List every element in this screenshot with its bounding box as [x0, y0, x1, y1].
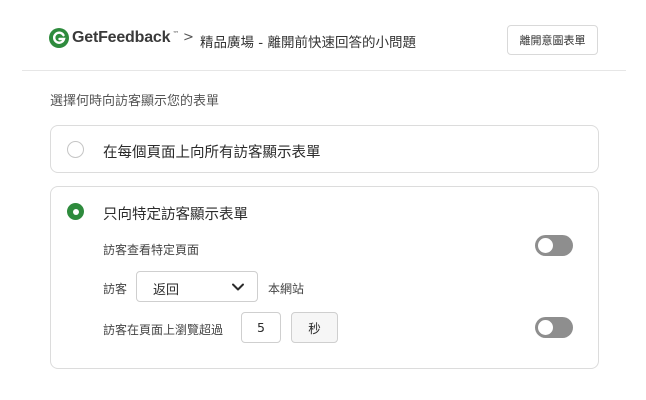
getfeedback-logo-icon — [49, 28, 69, 48]
logo-trademark: ™ — [172, 30, 180, 38]
browse-duration-toggle[interactable] — [535, 317, 573, 338]
specific-page-label: 訪客查看特定頁面 — [103, 243, 200, 257]
chevron-down-icon — [232, 283, 244, 291]
visitor-type-value: 返回 — [153, 283, 180, 298]
browse-seconds-input[interactable]: 5 — [241, 312, 281, 343]
visitor-type-select[interactable]: 返回 — [136, 271, 258, 302]
getfeedback-logo[interactable]: GetFeedback ™ — [49, 28, 179, 48]
page-title: 精品廣場 - 離開前快速回答的小問題 — [200, 35, 416, 51]
visitor-prefix-label: 訪客 — [103, 282, 128, 296]
specific-page-toggle[interactable] — [535, 235, 573, 256]
option-all-visitors[interactable]: 在每個頁面上向所有訪客顯示表單 — [50, 125, 599, 173]
browse-unit-button[interactable]: 秒 — [291, 312, 338, 343]
radio-specific-visitors[interactable] — [67, 203, 84, 220]
breadcrumb-separator: > — [183, 30, 194, 45]
logo-text: GetFeedback — [72, 29, 171, 46]
radio-all-visitors[interactable] — [67, 141, 84, 158]
visitor-suffix-label: 本網站 — [268, 282, 305, 296]
exit-intent-form-button[interactable]: 離開意圖表單 — [507, 25, 598, 55]
section-prompt: 選擇何時向訪客顯示您的表單 — [50, 94, 220, 109]
header-divider — [22, 70, 626, 71]
option-all-visitors-label: 在每個頁面上向所有訪客顯示表單 — [103, 145, 321, 161]
page-header: GetFeedback ™ > 精品廣場 - 離開前快速回答的小問題 離開意圖表… — [0, 0, 646, 72]
option-specific-visitors-label: 只向特定訪客顯示表單 — [103, 207, 248, 223]
option-specific-visitors[interactable]: 只向特定訪客顯示表單 訪客查看特定頁面 訪客 返回 本網站 訪客在頁面上瀏覽超過… — [50, 186, 599, 369]
browse-duration-label: 訪客在頁面上瀏覽超過 — [103, 323, 224, 337]
